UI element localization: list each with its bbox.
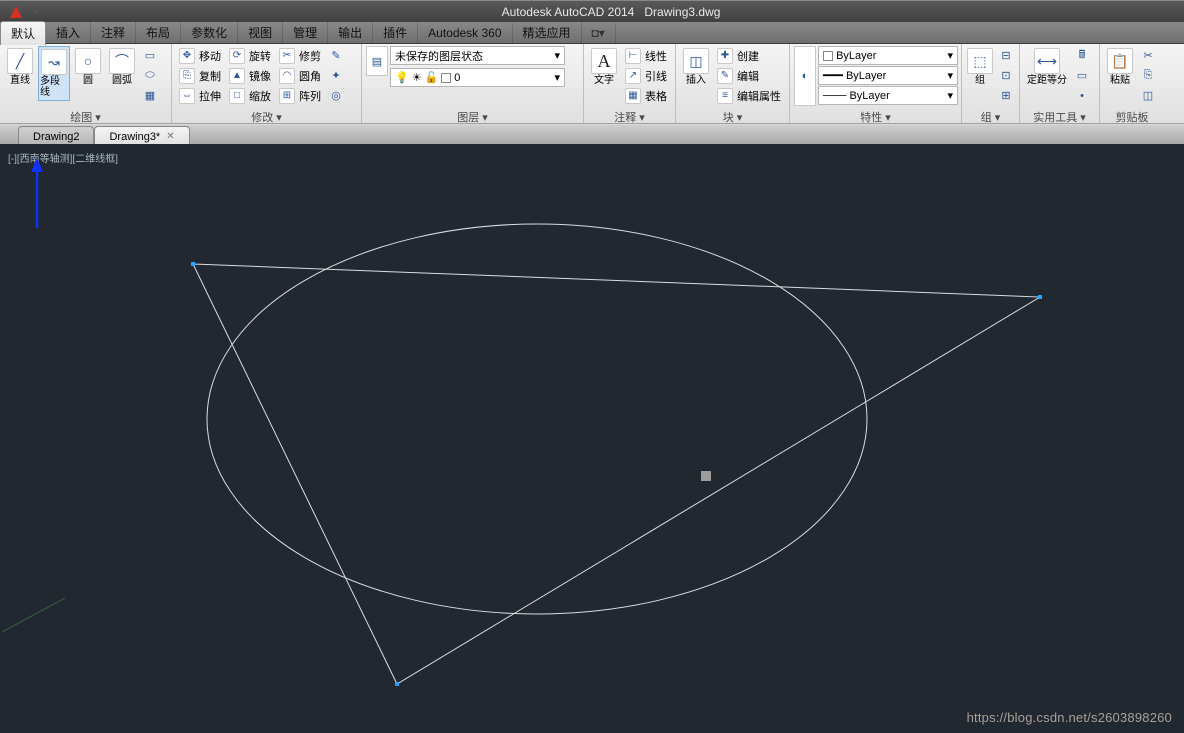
scale-button[interactable]: □缩放 [226, 86, 274, 105]
panel-block-title[interactable]: 块 ▾ [680, 109, 785, 123]
panel-properties: ◐ ByLayer▾ ━━━ ByLayer▾ ─── ByLayer▾ 特性 … [790, 44, 962, 123]
panel-layers-title[interactable]: 图层 ▾ [366, 109, 579, 123]
layer-state-dropdown[interactable]: 未保存的图层状态▾ [390, 46, 565, 65]
group-edit-icon[interactable]: ⊡ [996, 66, 1016, 85]
table-button[interactable]: ▦表格 [622, 86, 670, 105]
leader-button[interactable]: ↗引线 [622, 66, 670, 85]
hatch-icon[interactable]: ▦ [140, 86, 160, 105]
move-button[interactable]: ✥移动 [176, 46, 224, 65]
titlebar: ▾ Autodesk AutoCAD 2014 Drawing3.dwg [0, 0, 1184, 22]
lineweight-dropdown[interactable]: ━━━ ByLayer▾ [818, 66, 958, 85]
fillet-button[interactable]: ◠圆角 [276, 66, 324, 85]
layer-current-dropdown[interactable]: 💡 ☀ 🔓 0 ▾ [390, 68, 565, 87]
rotate-button[interactable]: ⟳旋转 [226, 46, 274, 65]
menu-tab-insert[interactable]: 插入 [46, 21, 91, 44]
doctab-drawing3[interactable]: Drawing3*✕ [94, 126, 189, 144]
menu-tab-default[interactable]: 默认 [0, 21, 46, 45]
window-title: Autodesk AutoCAD 2014 Drawing3.dwg [38, 5, 1184, 19]
panel-modify: ✥移动 ⎘复制 ⇔拉伸 ⟳旋转 ▲镜像 □缩放 ✂修剪 ◠圆角 ⊞阵列 ✎ ✦ … [172, 44, 362, 123]
group-bbox-icon[interactable]: ⊞ [996, 86, 1016, 105]
menu-tab-layout[interactable]: 布局 [136, 21, 181, 44]
match-prop-icon[interactable]: ◐ [794, 46, 816, 106]
layer-prop-icon[interactable]: ▤ [366, 46, 388, 76]
block-attr-button[interactable]: ≡编辑属性 [714, 86, 784, 105]
panel-layers: ▤ 未保存的图层状态▾ 💡 ☀ 🔓 0 ▾ 图层 ▾ [362, 44, 584, 123]
menu-tab-annotate[interactable]: 注释 [91, 21, 136, 44]
panel-clip-title[interactable]: 剪贴板 [1104, 109, 1160, 123]
drawing-content [0, 144, 1184, 733]
menu-tab-dialog-icon[interactable]: ◘▾ [582, 23, 616, 43]
erase-icon[interactable]: ✎ [326, 46, 346, 65]
menu-tab-plugins[interactable]: 插件 [373, 21, 418, 44]
menu-tab-a360[interactable]: Autodesk 360 [418, 23, 512, 43]
menu-bar: 默认 插入 注释 布局 参数化 视图 管理 输出 插件 Autodesk 360… [0, 22, 1184, 44]
paste-button[interactable]: 📋粘贴 [1104, 46, 1136, 88]
panel-group-title[interactable]: 组 ▾ [966, 109, 1015, 123]
menu-tab-view[interactable]: 视图 [238, 21, 283, 44]
ungroup-icon[interactable]: ⊟ [996, 46, 1016, 65]
panel-draw: ╱直线 ↝多段线 ○圆 ⌒圆弧 ▭ ⬭ ▦ 绘图 ▾ [0, 44, 172, 123]
block-edit-button[interactable]: ✎编辑 [714, 66, 784, 85]
polyline-button[interactable]: ↝多段线 [38, 46, 70, 101]
group-button[interactable]: ⬚组 [966, 46, 994, 88]
block-create-button[interactable]: ✚创建 [714, 46, 784, 65]
layer-swatch-icon [441, 73, 451, 83]
dim-linear-button[interactable]: ⊢线性 [622, 46, 670, 65]
ribbon: ╱直线 ↝多段线 ○圆 ⌒圆弧 ▭ ⬭ ▦ 绘图 ▾ ✥移动 ⎘复制 ⇔拉伸 ⟳… [0, 44, 1184, 124]
insert-block-button[interactable]: ◫插入 [680, 46, 712, 88]
panel-annotation: A文字 ⊢线性 ↗引线 ▦表格 注释 ▾ [584, 44, 676, 123]
panel-annot-title[interactable]: 注释 ▾ [588, 109, 671, 123]
line-button[interactable]: ╱直线 [4, 46, 36, 88]
cursor-pickbox-icon [701, 471, 711, 481]
doctab-drawing2[interactable]: Drawing2 [18, 126, 94, 144]
trim-button[interactable]: ✂修剪 [276, 46, 324, 65]
measure-button[interactable]: ⟷定距等分 [1024, 46, 1070, 88]
circle-button[interactable]: ○圆 [72, 46, 104, 88]
linetype-dropdown[interactable]: ─── ByLayer▾ [818, 86, 958, 105]
menu-tab-output[interactable]: 输出 [328, 21, 373, 44]
menu-tab-featured[interactable]: 精选应用 [513, 21, 582, 44]
menu-tab-manage[interactable]: 管理 [283, 21, 328, 44]
match-icon[interactable]: ◫ [1138, 86, 1158, 105]
stretch-button[interactable]: ⇔拉伸 [176, 86, 224, 105]
panel-util-title[interactable]: 实用工具 ▾ [1024, 109, 1095, 123]
panel-utilities: ⟷定距等分 🖩 ▭ • 实用工具 ▾ [1020, 44, 1100, 123]
rect-icon[interactable]: ▭ [140, 46, 160, 65]
text-button[interactable]: A文字 [588, 46, 620, 88]
menu-tab-parametric[interactable]: 参数化 [181, 21, 238, 44]
document-tabs: Drawing2 Drawing3*✕ [0, 124, 1184, 144]
panel-prop-title[interactable]: 特性 ▾ [794, 109, 957, 123]
ellipse-icon[interactable]: ⬭ [140, 66, 160, 85]
cut-icon[interactable]: ✂ [1138, 46, 1158, 65]
panel-modify-title[interactable]: 修改 ▾ [176, 109, 357, 123]
app-icon[interactable] [6, 2, 26, 22]
arc-button[interactable]: ⌒圆弧 [106, 46, 138, 88]
lightbulb-icon: 💡 [395, 71, 409, 84]
offset-icon[interactable]: ◎ [326, 86, 346, 105]
panel-clipboard: 📋粘贴 ✂ ⎘ ◫ 剪贴板 [1100, 44, 1164, 123]
explode-icon[interactable]: ✦ [326, 66, 346, 85]
calc-icon[interactable]: 🖩 [1072, 46, 1092, 65]
sun-icon: ☀ [412, 71, 422, 84]
panel-group: ⬚组 ⊟ ⊡ ⊞ 组 ▾ [962, 44, 1020, 123]
color-dropdown[interactable]: ByLayer▾ [818, 46, 958, 65]
close-icon[interactable]: ✕ [166, 131, 174, 142]
panel-draw-title[interactable]: 绘图 ▾ [4, 109, 167, 123]
watermark-text: https://blog.csdn.net/s2603898260 [967, 710, 1172, 725]
panel-block: ◫插入 ✚创建 ✎编辑 ≡编辑属性 块 ▾ [676, 44, 790, 123]
array-button[interactable]: ⊞阵列 [276, 86, 324, 105]
copy-button[interactable]: ⎘复制 [176, 66, 224, 85]
copy-clip-icon[interactable]: ⎘ [1138, 66, 1158, 85]
select-icon[interactable]: ▭ [1072, 66, 1092, 85]
mirror-button[interactable]: ▲镜像 [226, 66, 274, 85]
point-icon[interactable]: • [1072, 86, 1092, 105]
drawing-canvas[interactable]: [-][西南等轴测][二维线框] https://blog.csdn.net/s… [0, 144, 1184, 733]
lock-icon: 🔓 [425, 71, 439, 84]
